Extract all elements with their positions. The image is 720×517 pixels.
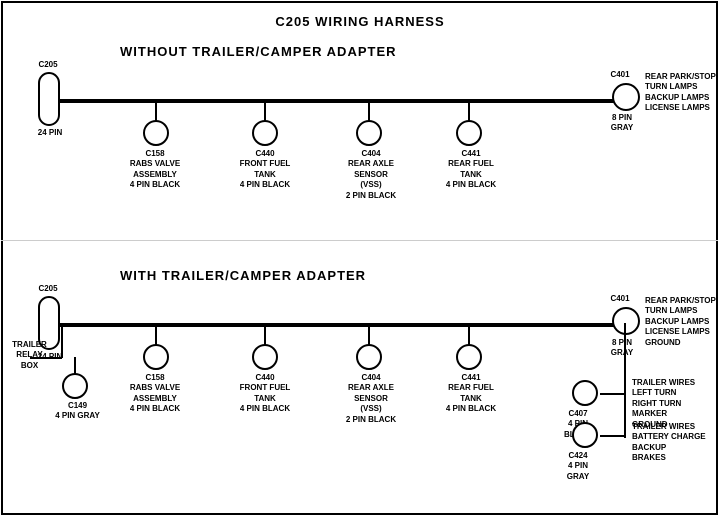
c441-bot-vline [468, 323, 470, 345]
trailer-relay-label: TRAILERRELAYBOX [2, 340, 57, 371]
diagram-container: C205 WIRING HARNESS WITHOUT TRAILER/CAMP… [0, 0, 720, 500]
c424-hline [600, 435, 625, 437]
c401-top-connector [612, 83, 640, 111]
c205-bot-label: C205 [28, 284, 68, 294]
c441-top-connector [456, 120, 482, 146]
c401-top-label-name: C401 [600, 70, 640, 80]
c158-top-label: C158RABS VALVEASSEMBLY4 PIN BLACK [120, 149, 190, 191]
c424-label: C4244 PINGRAY [558, 451, 598, 482]
top-section-label: WITHOUT TRAILER/CAMPER ADAPTER [120, 44, 397, 59]
c404-bot-vline [368, 323, 370, 345]
top-main-line [60, 99, 624, 103]
c158-bot-vline [155, 323, 157, 345]
c158-bot-connector [143, 344, 169, 370]
c158-top-vline [155, 99, 157, 121]
c404-bot-connector [356, 344, 382, 370]
c424-connector [572, 422, 598, 448]
c440-bot-connector [252, 344, 278, 370]
c205-top-sub: 24 PIN [25, 128, 75, 138]
c407-connector [572, 380, 598, 406]
c440-top-connector [252, 120, 278, 146]
c440-bot-vline [264, 323, 266, 345]
c441-top-vline [468, 99, 470, 121]
c440-bot-label: C440FRONT FUELTANK4 PIN BLACK [230, 373, 300, 415]
c158-top-connector [143, 120, 169, 146]
c401-top-sub: 8 PINGRAY [597, 113, 647, 134]
c404-top-label: C404REAR AXLESENSOR(VSS)2 PIN BLACK [336, 149, 406, 201]
c205-top-label: C205 [28, 60, 68, 70]
c401-bot-label-name: C401 [600, 294, 640, 304]
c441-bot-label: C441REAR FUELTANK4 PIN BLACK [436, 373, 506, 415]
page-title: C205 WIRING HARNESS [0, 6, 720, 29]
bottom-main-line [60, 323, 624, 327]
bottom-section-label: WITH TRAILER/CAMPER ADAPTER [120, 268, 366, 283]
c441-top-label: C441REAR FUELTANK4 PIN BLACK [436, 149, 506, 191]
c407-hline [600, 393, 625, 395]
c401-top-right-label: REAR PARK/STOPTURN LAMPSBACKUP LAMPSLICE… [645, 72, 720, 114]
c440-top-label: C440FRONT FUELTANK4 PIN BLACK [230, 149, 300, 191]
c441-bot-connector [456, 344, 482, 370]
relay-vline [61, 323, 63, 358]
c424-right-label: TRAILER WIRESBATTERY CHARGEBACKUPBRAKES [632, 422, 717, 464]
c404-top-connector [356, 120, 382, 146]
c158-bot-label: C158RABS VALVEASSEMBLY4 PIN BLACK [120, 373, 190, 415]
c404-top-vline [368, 99, 370, 121]
c401-bot-right-label: REAR PARK/STOPTURN LAMPSBACKUP LAMPSLICE… [645, 296, 720, 348]
c149-label: C1494 PIN GRAY [50, 401, 105, 422]
right-branch-vline [624, 323, 626, 438]
c404-bot-label: C404REAR AXLESENSOR(VSS)2 PIN BLACK [336, 373, 406, 425]
section-divider [1, 240, 718, 241]
c149-connector [62, 373, 88, 399]
c401-bot-sub: 8 PINGRAY [597, 338, 647, 359]
c401-bot-connector [612, 307, 640, 335]
c440-top-vline [264, 99, 266, 121]
c205-top-connector [38, 72, 60, 126]
